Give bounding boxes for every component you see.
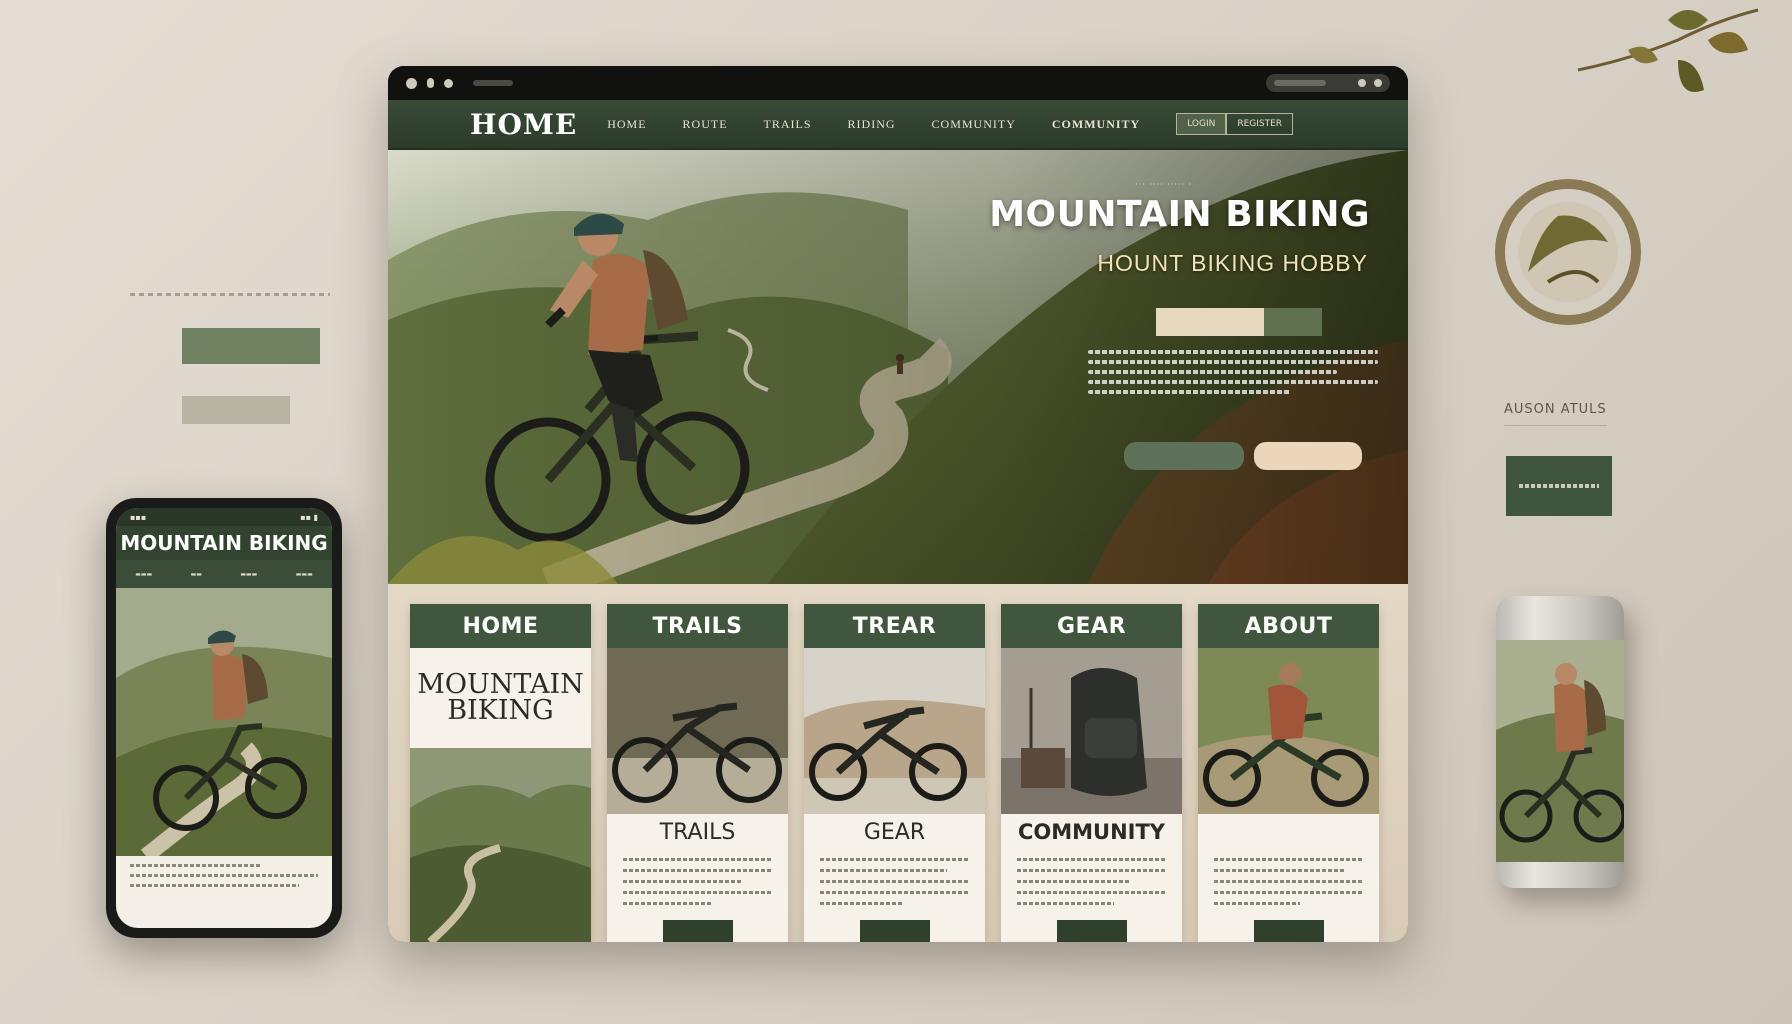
hero-secondary-button[interactable] xyxy=(1254,442,1362,470)
register-button[interactable]: REGISTER xyxy=(1226,113,1294,135)
card-about-button[interactable] xyxy=(1253,920,1324,942)
hero-primary-button[interactable] xyxy=(1124,442,1244,470)
shield-icon[interactable] xyxy=(406,77,417,89)
card-trails-image xyxy=(607,648,788,814)
browser-chrome xyxy=(388,66,1408,100)
card-about-header: ABOUT xyxy=(1198,604,1379,648)
nav-buttons: LOGIN REGISTER xyxy=(1176,113,1294,135)
hero-title: MOUNTAIN BIKING xyxy=(989,194,1370,235)
left-panel-button[interactable] xyxy=(182,328,320,364)
card-trear-button[interactable] xyxy=(859,920,930,942)
left-panel-secondary-button[interactable] xyxy=(182,396,290,424)
card-home[interactable]: HOME MOUNTAIN BIKING xyxy=(410,604,591,942)
leaf-icon xyxy=(1577,8,1759,92)
nav-link-community-1[interactable]: COMMUNITY xyxy=(932,117,1016,132)
hero-kicker: ··· ···· ····· · xyxy=(1135,180,1192,189)
card-home-image xyxy=(410,748,591,942)
hero-subtitle: HOUNT BIKING HOBBY xyxy=(1097,250,1368,276)
right-panel-button[interactable] xyxy=(1506,456,1612,516)
card-home-header: HOME xyxy=(410,604,591,648)
card-trear[interactable]: TREAR GEAR xyxy=(804,604,985,942)
nav-link-trails[interactable]: TRAILS xyxy=(764,117,812,132)
can-label-image xyxy=(1496,640,1624,862)
phone-status-bar: ▪▪▪ ▪▪ ▮ xyxy=(116,508,332,526)
card-gear-header: GEAR xyxy=(1001,604,1182,648)
browser-window: HOME HOME ROUTE TRAILS RIDING COMMUNITY … xyxy=(388,66,1408,942)
phone-title: MOUNTAIN BIKING xyxy=(116,526,332,560)
card-gear-text xyxy=(1001,852,1182,919)
login-button[interactable]: LOGIN xyxy=(1176,113,1227,135)
nav-links: HOME ROUTE TRAILS RIDING COMMUNITY COMMU… xyxy=(607,117,1140,132)
hero-section: ··· ···· ····· · MOUNTAIN BIKING HOUNT B… xyxy=(388,150,1408,584)
site-brand[interactable]: HOME xyxy=(470,108,577,141)
card-gear-button[interactable] xyxy=(1056,920,1127,942)
nav-link-riding[interactable]: RIDING xyxy=(848,117,896,132)
nav-link-home[interactable]: HOME xyxy=(607,117,646,132)
window-dot[interactable] xyxy=(427,78,434,88)
card-trails-button[interactable] xyxy=(662,920,733,942)
main-navbar: HOME HOME ROUTE TRAILS RIDING COMMUNITY … xyxy=(388,100,1408,150)
left-panel-caption xyxy=(130,293,330,296)
card-gear[interactable]: GEAR COMMUNITY xyxy=(1001,604,1182,942)
card-trear-text xyxy=(804,852,985,919)
hero-split-button[interactable] xyxy=(1156,308,1322,336)
browser-controls[interactable] xyxy=(1266,74,1390,92)
card-trails-text xyxy=(607,852,788,919)
address-bar[interactable] xyxy=(473,80,513,86)
feature-cards: HOME MOUNTAIN BIKING TRAILS TRAILS TREAR… xyxy=(388,584,1408,942)
phone-screen: ▪▪▪ ▪▪ ▮ MOUNTAIN BIKING ▬▬▬ ▬▬ ▬▬▬ ▬▬▬ xyxy=(116,508,332,928)
settings-icon[interactable] xyxy=(444,78,453,88)
card-gear-image xyxy=(1001,648,1182,814)
card-trear-subtitle: GEAR xyxy=(863,820,926,845)
phone-mockup: ▪▪▪ ▪▪ ▮ MOUNTAIN BIKING ▬▬▬ ▬▬ ▬▬▬ ▬▬▬ xyxy=(106,498,342,938)
product-can xyxy=(1496,596,1624,888)
card-trails-header: TRAILS xyxy=(607,604,788,648)
phone-hero-image xyxy=(116,588,332,856)
card-trear-header: TREAR xyxy=(804,604,985,648)
card-trails-subtitle: TRAILS xyxy=(659,820,736,845)
hero-paragraph xyxy=(1088,350,1378,400)
card-about[interactable]: ABOUT xyxy=(1198,604,1379,942)
phone-content xyxy=(116,856,332,902)
nav-link-community-2[interactable]: COMMUNITY xyxy=(1052,117,1140,132)
nav-link-route[interactable]: ROUTE xyxy=(683,117,728,132)
card-home-title-line2: BIKING xyxy=(447,695,554,726)
card-home-title: MOUNTAIN BIKING xyxy=(410,648,591,748)
card-trear-image xyxy=(804,648,985,814)
card-about-text xyxy=(1198,852,1379,919)
card-trails[interactable]: TRAILS TRAILS xyxy=(607,604,788,942)
phone-tabs[interactable]: ▬▬▬ ▬▬ ▬▬▬ ▬▬▬ xyxy=(116,560,332,588)
card-about-image xyxy=(1198,648,1379,814)
wheel-icon xyxy=(1495,179,1641,325)
right-panel-label: AUSON ATULS xyxy=(1504,402,1607,426)
card-gear-subtitle: COMMUNITY xyxy=(1017,820,1166,844)
